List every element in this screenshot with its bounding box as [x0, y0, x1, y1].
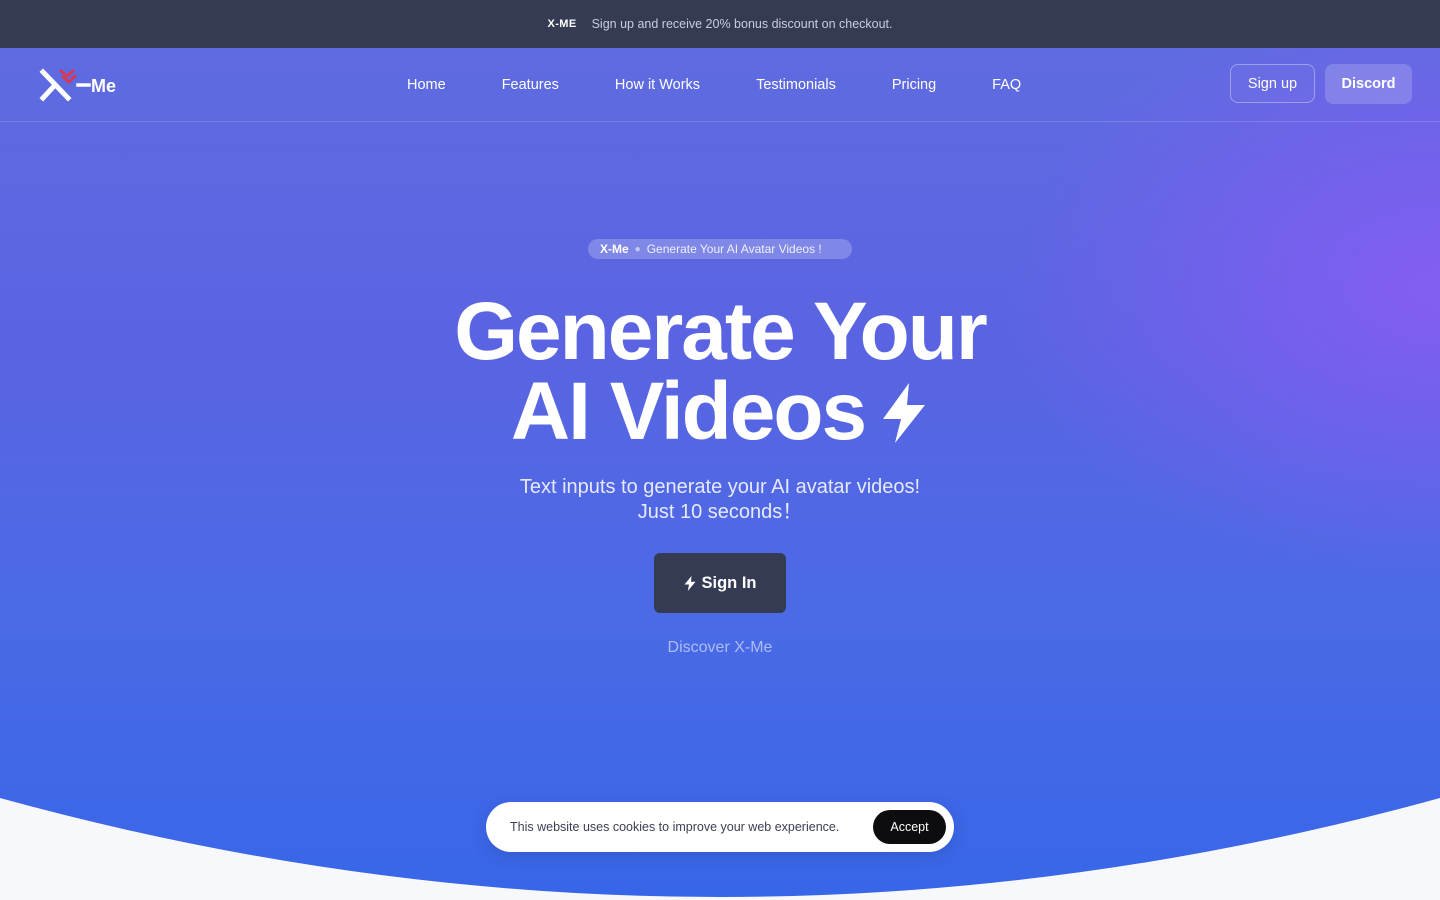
nav-link-home[interactable]: Home: [379, 77, 474, 93]
lightning-bolt-icon: [684, 575, 695, 591]
pill-brand: X-Me: [600, 242, 629, 256]
hero-headline: Generate Your AI Videos: [0, 286, 1440, 453]
hero-section: Me Home Features How it Works Testimonia…: [0, 48, 1440, 900]
nav-link-pricing[interactable]: Pricing: [864, 77, 964, 93]
discord-button[interactable]: Discord: [1325, 64, 1412, 104]
signup-button[interactable]: Sign up: [1230, 64, 1315, 103]
discover-link[interactable]: Discover X-Me: [0, 639, 1440, 657]
hero-subtitle: Text inputs to generate your AI avatar v…: [0, 475, 1440, 525]
nav-link-how-it-works[interactable]: How it Works: [587, 77, 728, 93]
svg-text:Me: Me: [91, 76, 116, 96]
announcement-pill[interactable]: X-Me ● Generate Your AI Avatar Videos !: [588, 239, 852, 259]
nav-links: Home Features How it Works Testimonials …: [379, 48, 1049, 121]
logo[interactable]: Me: [39, 68, 135, 102]
signin-label: Sign In: [701, 573, 757, 592]
announcement-tag: X-ME: [547, 18, 577, 30]
cookie-text: This website uses cookies to improve you…: [510, 820, 840, 834]
signin-button[interactable]: Sign In: [654, 553, 786, 613]
subtitle-line-2: Just 10 seconds！: [637, 501, 803, 523]
cookie-banner: This website uses cookies to improve you…: [486, 802, 954, 852]
headline-line-2-text: AI Videos: [510, 366, 867, 457]
nav-link-testimonials[interactable]: Testimonials: [728, 77, 864, 93]
nav-link-faq[interactable]: FAQ: [964, 77, 1049, 93]
lightning-bolt-icon: [883, 383, 926, 443]
announcement-text: Sign up and receive 20% bonus discount o…: [591, 17, 893, 31]
pill-separator-dot: ●: [634, 243, 641, 255]
subtitle-line-1: Text inputs to generate your AI avatar v…: [519, 476, 921, 498]
accept-cookies-button[interactable]: Accept: [873, 810, 946, 844]
top-navigation: Me Home Features How it Works Testimonia…: [0, 48, 1440, 122]
pill-text: Generate Your AI Avatar Videos !: [646, 242, 822, 256]
announcement-bar: X-ME Sign up and receive 20% bonus disco…: [0, 0, 1440, 48]
nav-link-features[interactable]: Features: [474, 77, 587, 93]
headline-line-1: Generate Your: [454, 286, 988, 377]
headline-line-2: AI Videos: [0, 371, 1440, 453]
